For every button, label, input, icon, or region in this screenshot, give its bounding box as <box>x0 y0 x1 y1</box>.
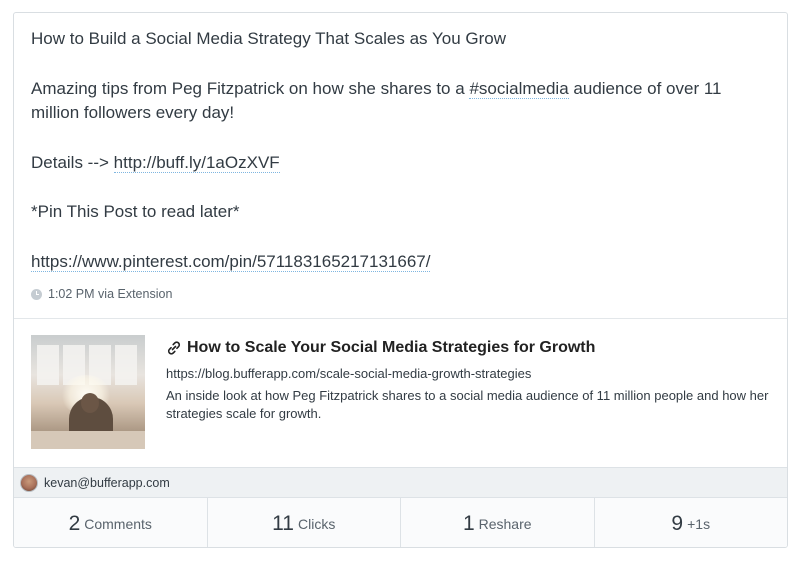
post-card: How to Build a Social Media Strategy Tha… <box>13 12 788 548</box>
pinterest-link[interactable]: https://www.pinterest.com/pin/5711831652… <box>31 251 431 272</box>
stat-label: Comments <box>84 515 152 532</box>
pinterest-line: https://www.pinterest.com/pin/5711831652… <box>31 250 771 275</box>
details-line: Details --> http://buff.ly/1aOzXVF <box>31 152 280 173</box>
link-icon <box>167 341 181 355</box>
post-title-line: How to Build a Social Media Strategy Tha… <box>31 29 506 48</box>
user-email: kevan@bufferapp.com <box>44 475 170 490</box>
preview-description: An inside look at how Peg Fitzpatrick sh… <box>166 388 769 421</box>
user-bar: kevan@bufferapp.com <box>14 467 787 498</box>
short-link[interactable]: http://buff.ly/1aOzXVF <box>113 152 280 173</box>
preview-thumbnail[interactable] <box>31 335 145 449</box>
stat-label: Reshare <box>478 515 532 532</box>
preview-url[interactable]: https://blog.bufferapp.com/scale-social-… <box>166 365 776 382</box>
post-via: via Extension <box>98 287 173 301</box>
stat-label: +1s <box>687 515 711 532</box>
preview-title[interactable]: How to Scale Your Social Media Strategie… <box>187 337 595 359</box>
stat-value: 1 <box>462 511 475 535</box>
stat-value: 11 <box>272 511 294 535</box>
clock-icon <box>31 288 42 300</box>
divider <box>14 318 787 319</box>
pin-line: *Pin This Post to read later* <box>31 202 240 221</box>
stats-bar: 2 Comments 11 Clicks 1 Reshare 9 +1s <box>14 498 788 547</box>
stat-plusones[interactable]: 9 +1s <box>595 498 788 547</box>
preview-title-row[interactable]: How to Scale Your Social Media Strategie… <box>166 337 776 359</box>
preview-text: How to Scale Your Social Media Strategie… <box>166 335 776 422</box>
stat-reshares[interactable]: 1 Reshare <box>401 498 595 547</box>
post-meta: 1:02 PM via Extension <box>31 287 172 301</box>
stat-value: 9 <box>671 511 684 535</box>
avatar <box>20 473 38 492</box>
hashtag-link[interactable]: #socialmedia <box>469 78 569 99</box>
post-text: How to Build a Social Media Strategy Tha… <box>31 27 771 274</box>
post-paragraph: Amazing tips from Peg Fitzpatrick on how… <box>31 78 722 122</box>
stat-comments[interactable]: 2 Comments <box>14 498 208 547</box>
stat-value: 2 <box>68 511 81 535</box>
stat-clicks[interactable]: 11 Clicks <box>208 498 401 547</box>
link-preview[interactable]: How to Scale Your Social Media Strategie… <box>31 335 776 449</box>
post-time: 1:02 PM <box>48 287 95 301</box>
stat-label: Clicks <box>297 515 336 532</box>
